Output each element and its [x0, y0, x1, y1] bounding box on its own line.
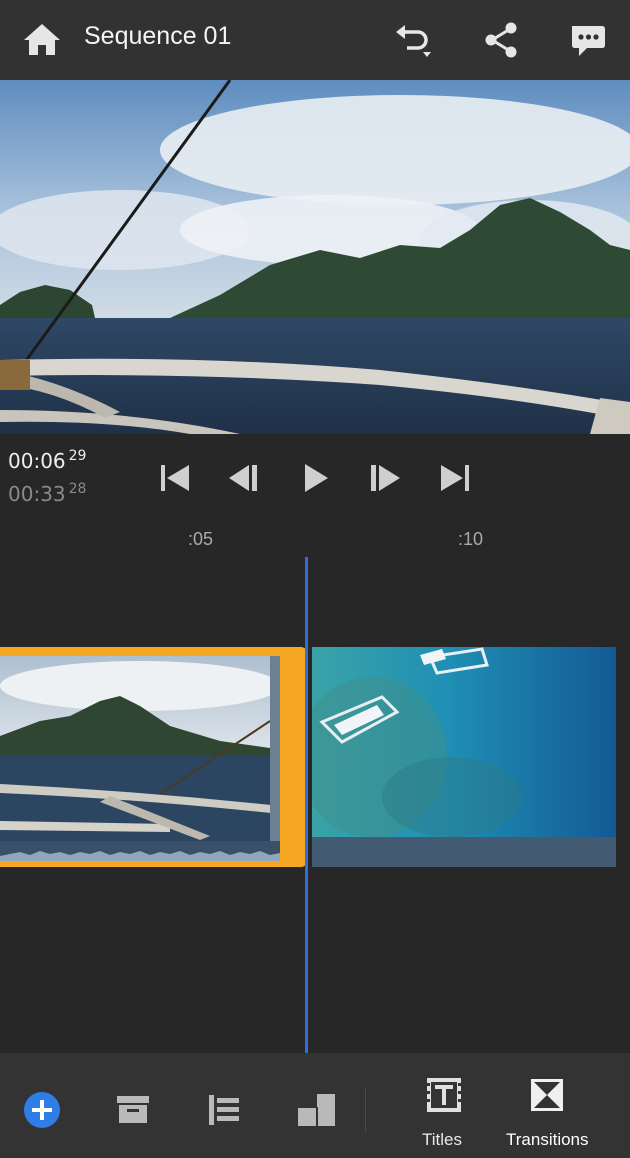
transitions-icon[interactable]: [527, 1075, 567, 1115]
clip-thumbnail-aerial-reef: [312, 647, 616, 867]
ruler-tick: :10: [458, 529, 484, 549]
share-icon[interactable]: [479, 18, 523, 62]
toolbar-divider: [365, 1088, 366, 1132]
step-back-icon[interactable]: [223, 460, 267, 496]
step-forward-icon[interactable]: [363, 460, 407, 496]
undo-icon[interactable]: [390, 18, 434, 62]
current-timecode: 00:06 29: [8, 448, 87, 473]
clip-thumbnail-boat-island: [0, 656, 280, 861]
play-icon[interactable]: [293, 460, 337, 496]
track-layers-icon[interactable]: [204, 1090, 244, 1130]
feedback-icon[interactable]: [565, 18, 609, 62]
titles-label[interactable]: Titles: [422, 1130, 462, 1150]
home-icon[interactable]: [20, 18, 64, 62]
clip-aerial-reef[interactable]: [312, 647, 616, 867]
playhead[interactable]: [305, 557, 308, 1054]
skip-to-end-icon[interactable]: [433, 460, 477, 496]
titles-icon[interactable]: [424, 1075, 464, 1115]
add-media-icon[interactable]: [22, 1090, 62, 1130]
archive-icon[interactable]: [113, 1090, 153, 1130]
preview-frame-image: [0, 80, 630, 434]
transitions-label[interactable]: Transitions: [506, 1130, 589, 1150]
aspect-ratio-icon[interactable]: [295, 1090, 339, 1130]
duration-timecode: 00:33 28: [8, 481, 87, 506]
current-frame: 29: [68, 448, 87, 464]
current-time: 00:06: [8, 449, 66, 473]
ruler-tick: :05: [188, 529, 214, 549]
sequence-title: Sequence 01: [84, 22, 232, 50]
duration-time: 00:33: [8, 482, 66, 506]
skip-to-start-icon[interactable]: [153, 460, 197, 496]
duration-frame: 28: [68, 481, 87, 497]
video-preview[interactable]: [0, 80, 630, 434]
